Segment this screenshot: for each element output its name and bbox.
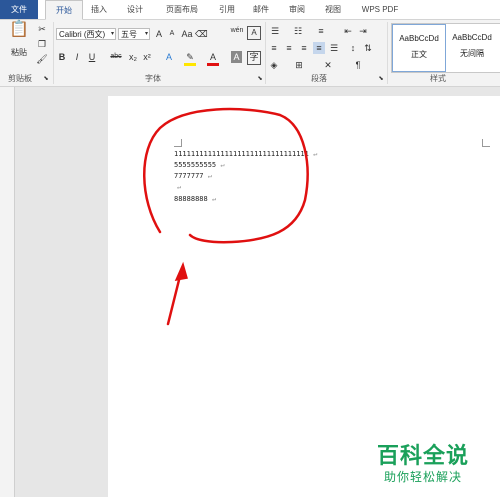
watermark-subtitle: 助你轻松解决 bbox=[384, 470, 463, 484]
annotation-arrow-head bbox=[174, 261, 188, 281]
annotation-overlay bbox=[143, 107, 309, 326]
annotation-circle bbox=[143, 107, 309, 244]
watermark-title: 百科全说 bbox=[377, 444, 470, 469]
